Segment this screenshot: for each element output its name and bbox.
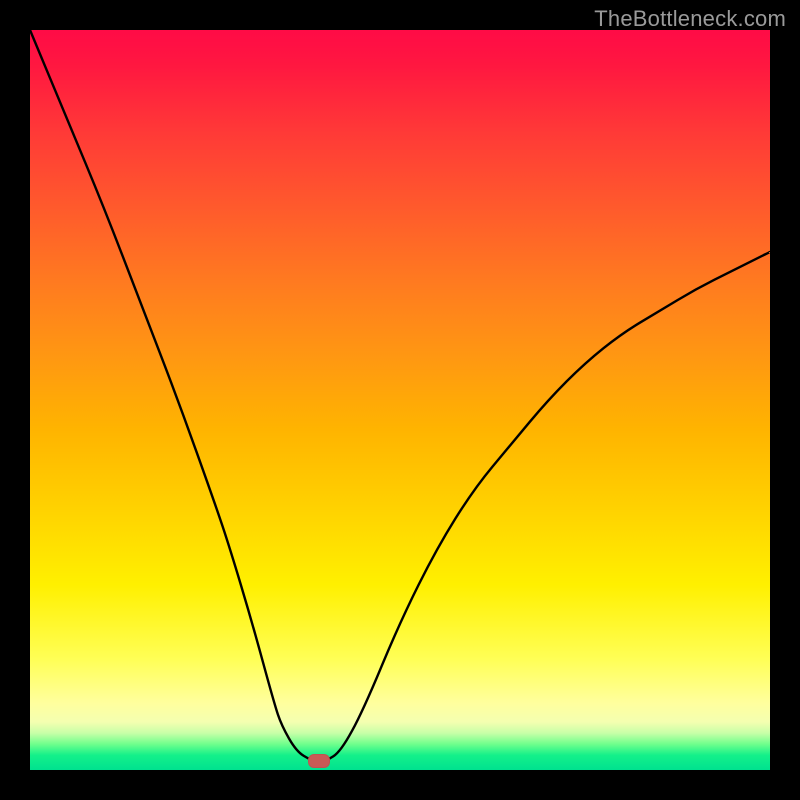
watermark-text: TheBottleneck.com [594, 6, 786, 32]
bottleneck-curve [30, 30, 770, 770]
chart-frame: TheBottleneck.com [0, 0, 800, 800]
valley-marker [308, 754, 330, 768]
plot-area [30, 30, 770, 770]
